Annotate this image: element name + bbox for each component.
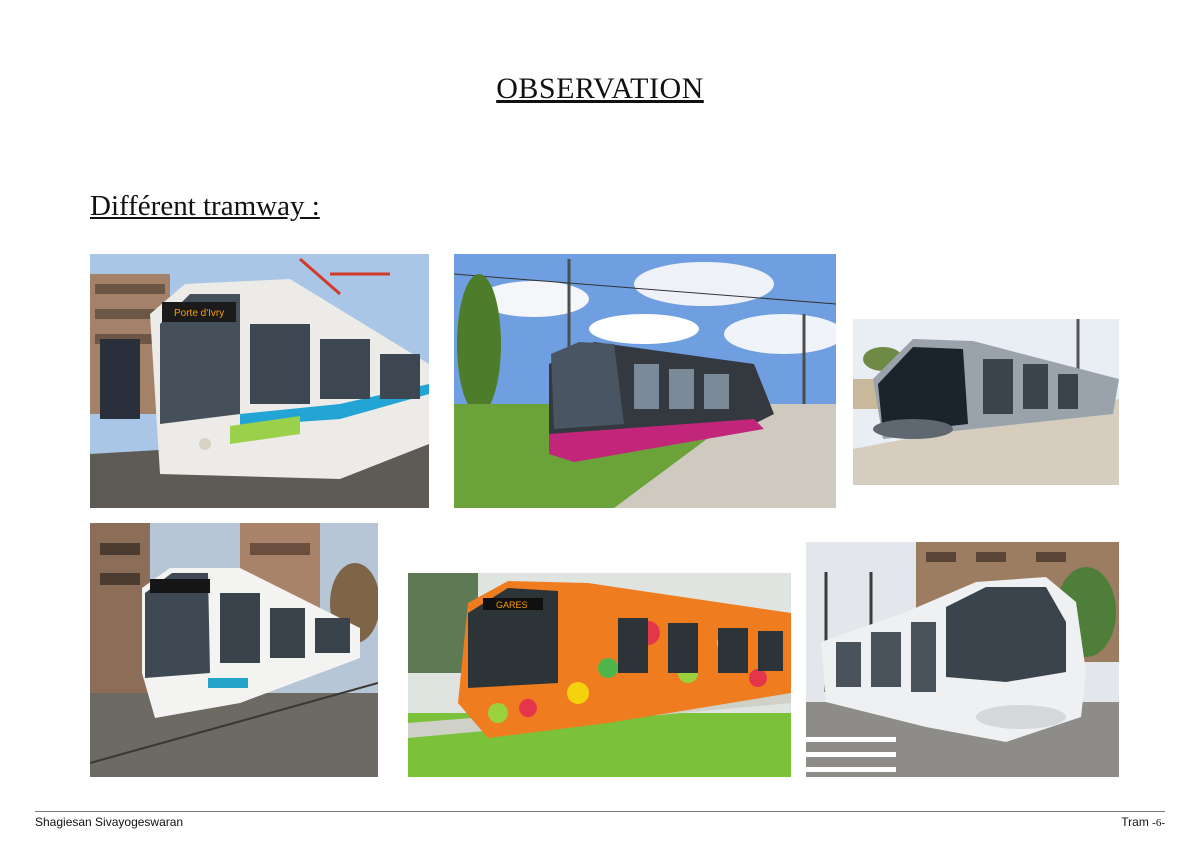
tram-photo-silver-tram bbox=[853, 319, 1119, 485]
tram-photo-paris-t3: Porte d'Ivry bbox=[90, 254, 429, 508]
page-number: -6- bbox=[1152, 817, 1165, 829]
tram-photo-flower-tram: GARES bbox=[408, 573, 791, 777]
footer-label: Tram bbox=[1121, 815, 1149, 829]
tram-photo-white-tram-city bbox=[90, 523, 378, 777]
page-title: OBSERVATION bbox=[496, 72, 704, 105]
destination-sign-text: Porte d'Ivry bbox=[174, 308, 224, 319]
tram-photo-pink-tram bbox=[454, 254, 836, 508]
flower-tram-sign-text: GARES bbox=[496, 600, 528, 610]
tram-photo-lyon-tram bbox=[806, 542, 1119, 777]
footer-author: Shagiesan Sivayogeswaran bbox=[35, 815, 184, 829]
footer-divider bbox=[35, 811, 1165, 812]
footer-page: Tram -6- bbox=[1121, 815, 1165, 829]
section-heading: Différent tramway : bbox=[90, 190, 320, 222]
